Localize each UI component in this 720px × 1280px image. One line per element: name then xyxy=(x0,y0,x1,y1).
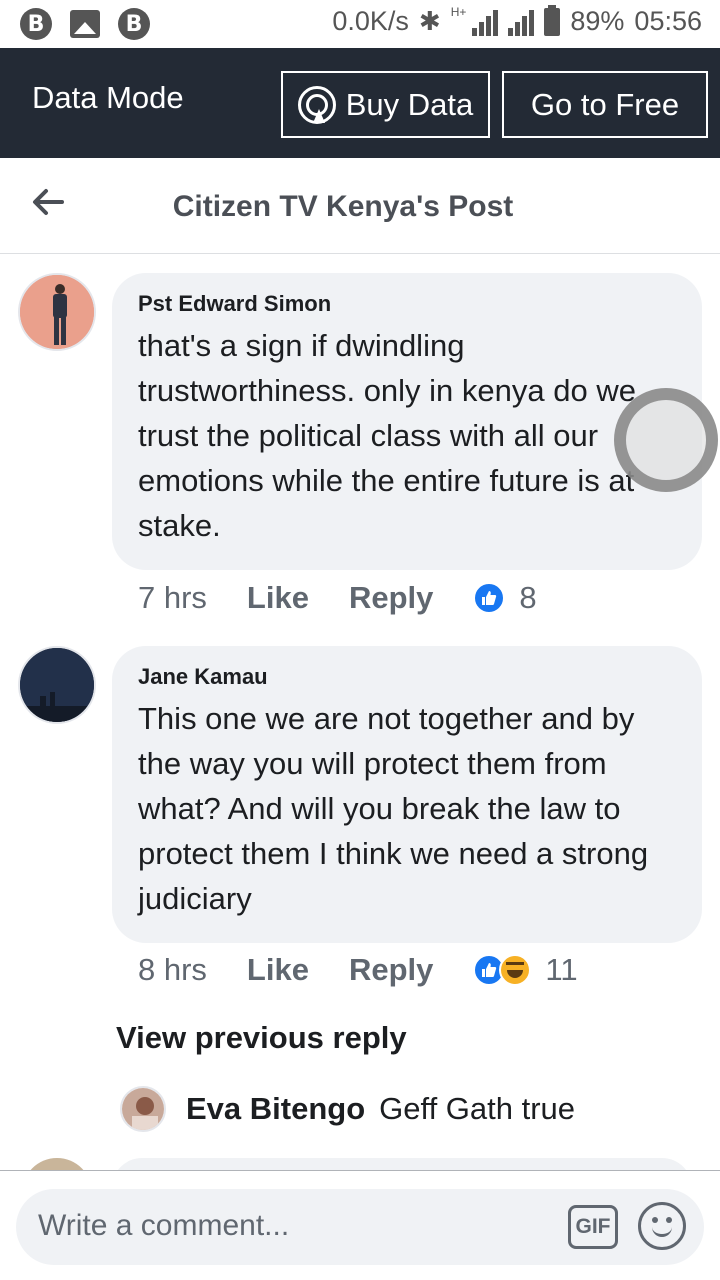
like-reaction-icon xyxy=(473,582,506,614)
comment-input[interactable]: Write a comment... GIF xyxy=(16,1189,704,1265)
status-right: 0.0K/s ✱ H+ 89% 05:56 xyxy=(332,4,702,37)
page-title: Citizen TV Kenya's Post xyxy=(172,190,514,223)
reactions[interactable] xyxy=(473,954,532,986)
go-to-free-button[interactable]: Go to Free xyxy=(502,71,708,138)
comment-actions: 7 hrs Like Reply 8 xyxy=(138,580,537,616)
comment-composer: Write a comment... GIF xyxy=(0,1170,720,1280)
data-mode-bar: Data Mode Buy Data Go to Free xyxy=(0,48,720,158)
avatar[interactable] xyxy=(120,1086,166,1132)
reply-text: Geff Gath true xyxy=(379,1091,576,1126)
reactions[interactable] xyxy=(473,582,506,614)
clock: 05:56 xyxy=(634,6,702,36)
b-app-icon: B xyxy=(20,8,52,40)
reply-author[interactable]: Eva Bitengo xyxy=(186,1091,365,1127)
comment-time: 7 hrs xyxy=(138,580,207,615)
view-previous-reply-link[interactable]: View previous reply xyxy=(116,1020,407,1056)
comment-text: that's a sign if dwindling trustworthine… xyxy=(138,328,636,543)
emoji-icon[interactable] xyxy=(638,1202,686,1250)
comment-time: 8 hrs xyxy=(138,952,207,987)
reaction-count: 8 xyxy=(519,580,537,615)
status-left-icons: B B xyxy=(20,8,150,40)
haha-reaction-icon xyxy=(499,954,532,986)
touch-indicator xyxy=(614,388,718,492)
network-type: H+ xyxy=(450,4,467,19)
buy-data-button[interactable]: Buy Data xyxy=(281,71,490,138)
post-header: Citizen TV Kenya's Post xyxy=(0,158,720,254)
comment-actions: 8 hrs Like Reply 11 xyxy=(138,952,578,988)
avatar[interactable] xyxy=(18,646,96,724)
image-icon xyxy=(70,10,100,38)
reply-button[interactable]: Reply xyxy=(349,952,433,988)
reply-row[interactable]: Eva Bitengo Geff Gath true xyxy=(120,1086,575,1132)
data-mode-label: Data Mode xyxy=(32,80,184,115)
comment-author[interactable]: Pst Edward Simon xyxy=(138,291,676,317)
avatar[interactable] xyxy=(18,273,96,351)
go-to-free-label: Go to Free xyxy=(530,86,680,122)
comment-bubble[interactable]: Jane Kamau This one we are not together … xyxy=(112,646,702,943)
signal-icon xyxy=(508,8,535,36)
battery-percent: 89% xyxy=(570,6,625,36)
comment-placeholder: Write a comment... xyxy=(38,1209,290,1242)
signal-icon xyxy=(472,8,499,36)
comment-bubble[interactable]: Pst Edward Simon that's a sign if dwindl… xyxy=(112,273,702,570)
bluetooth-icon: ✱ xyxy=(418,6,441,36)
reply-button[interactable]: Reply xyxy=(349,580,433,616)
buy-data-label: Buy Data xyxy=(345,86,474,122)
gif-button[interactable]: GIF xyxy=(568,1205,618,1249)
broadcast-icon xyxy=(297,85,336,124)
b-app-icon: B xyxy=(118,8,150,40)
comment-text: This one we are not together and by the … xyxy=(138,701,649,916)
comment-author[interactable]: Jane Kamau xyxy=(138,664,676,690)
like-button[interactable]: Like xyxy=(247,952,309,988)
battery-icon xyxy=(544,4,561,36)
reaction-count: 11 xyxy=(545,952,578,987)
like-button[interactable]: Like xyxy=(247,580,309,616)
status-bar: B B 0.0K/s ✱ H+ 89% 05:56 xyxy=(0,0,720,48)
network-speed: 0.0K/s xyxy=(332,6,409,36)
